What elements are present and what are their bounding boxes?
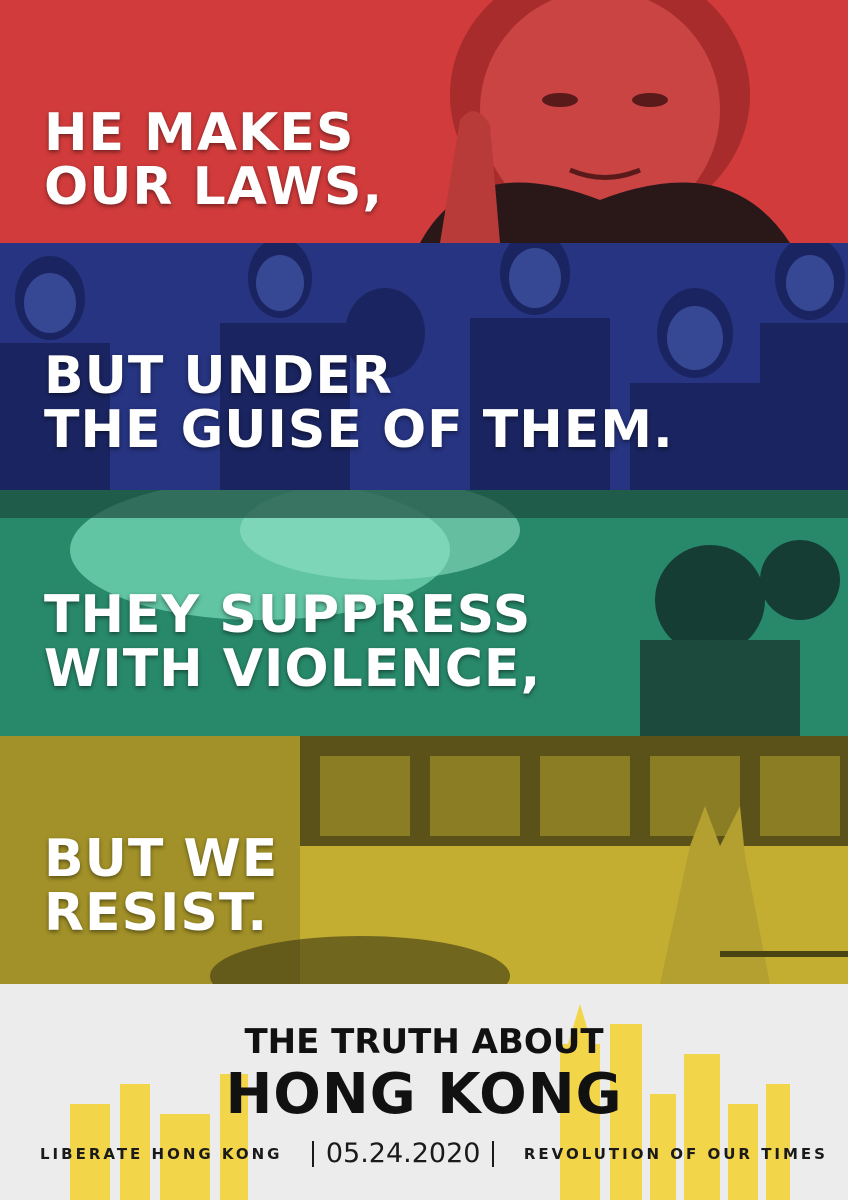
band-text-1: HE MAKES OUR LAWS, [44, 106, 383, 214]
band-line: THEY SUPPRESS [44, 585, 532, 645]
slogan-left: LIBERATE HONG KONG [40, 1144, 283, 1163]
blue-band: BUT UNDER THE GUISE OF THEM. [0, 243, 848, 490]
band-text-2: BUT UNDER THE GUISE OF THEM. [44, 349, 674, 457]
band-line: BUT UNDER [44, 346, 393, 406]
footer-bottom-row: LIBERATE HONG KONG 05.24.2020 REVOLUTION… [40, 1138, 828, 1169]
divider [492, 1140, 495, 1167]
green-band: THEY SUPPRESS WITH VIOLENCE, [0, 490, 848, 736]
band-line: WITH VIOLENCE, [44, 639, 542, 700]
poster-title-line2: HONG KONG [225, 1062, 623, 1127]
event-date: 05.24.2020 [325, 1138, 481, 1169]
yellow-band: BUT WE RESIST. [0, 736, 848, 984]
band-text-3: THEY SUPPRESS WITH VIOLENCE, [44, 588, 541, 696]
band-line: HE MAKES [44, 103, 355, 163]
poster: HE MAKES OUR LAWS, BUT UNDER THE GUISE O… [0, 0, 848, 1200]
footer: THE TRUTH ABOUT HONG KONG LIBERATE HONG … [0, 984, 848, 1200]
date-group: 05.24.2020 [311, 1138, 495, 1169]
band-line: THE GUISE OF THEM. [44, 400, 674, 461]
band-line: RESIST. [44, 883, 269, 944]
band-line: BUT WE [44, 829, 279, 889]
band-text-4: BUT WE RESIST. [44, 832, 278, 940]
poster-title-line1: THE TRUTH ABOUT [244, 1022, 604, 1062]
red-band: HE MAKES OUR LAWS, [0, 0, 848, 243]
band-line: OUR LAWS, [44, 157, 384, 218]
slogan-right: REVOLUTION OF OUR TIMES [523, 1144, 828, 1163]
divider [311, 1140, 314, 1167]
